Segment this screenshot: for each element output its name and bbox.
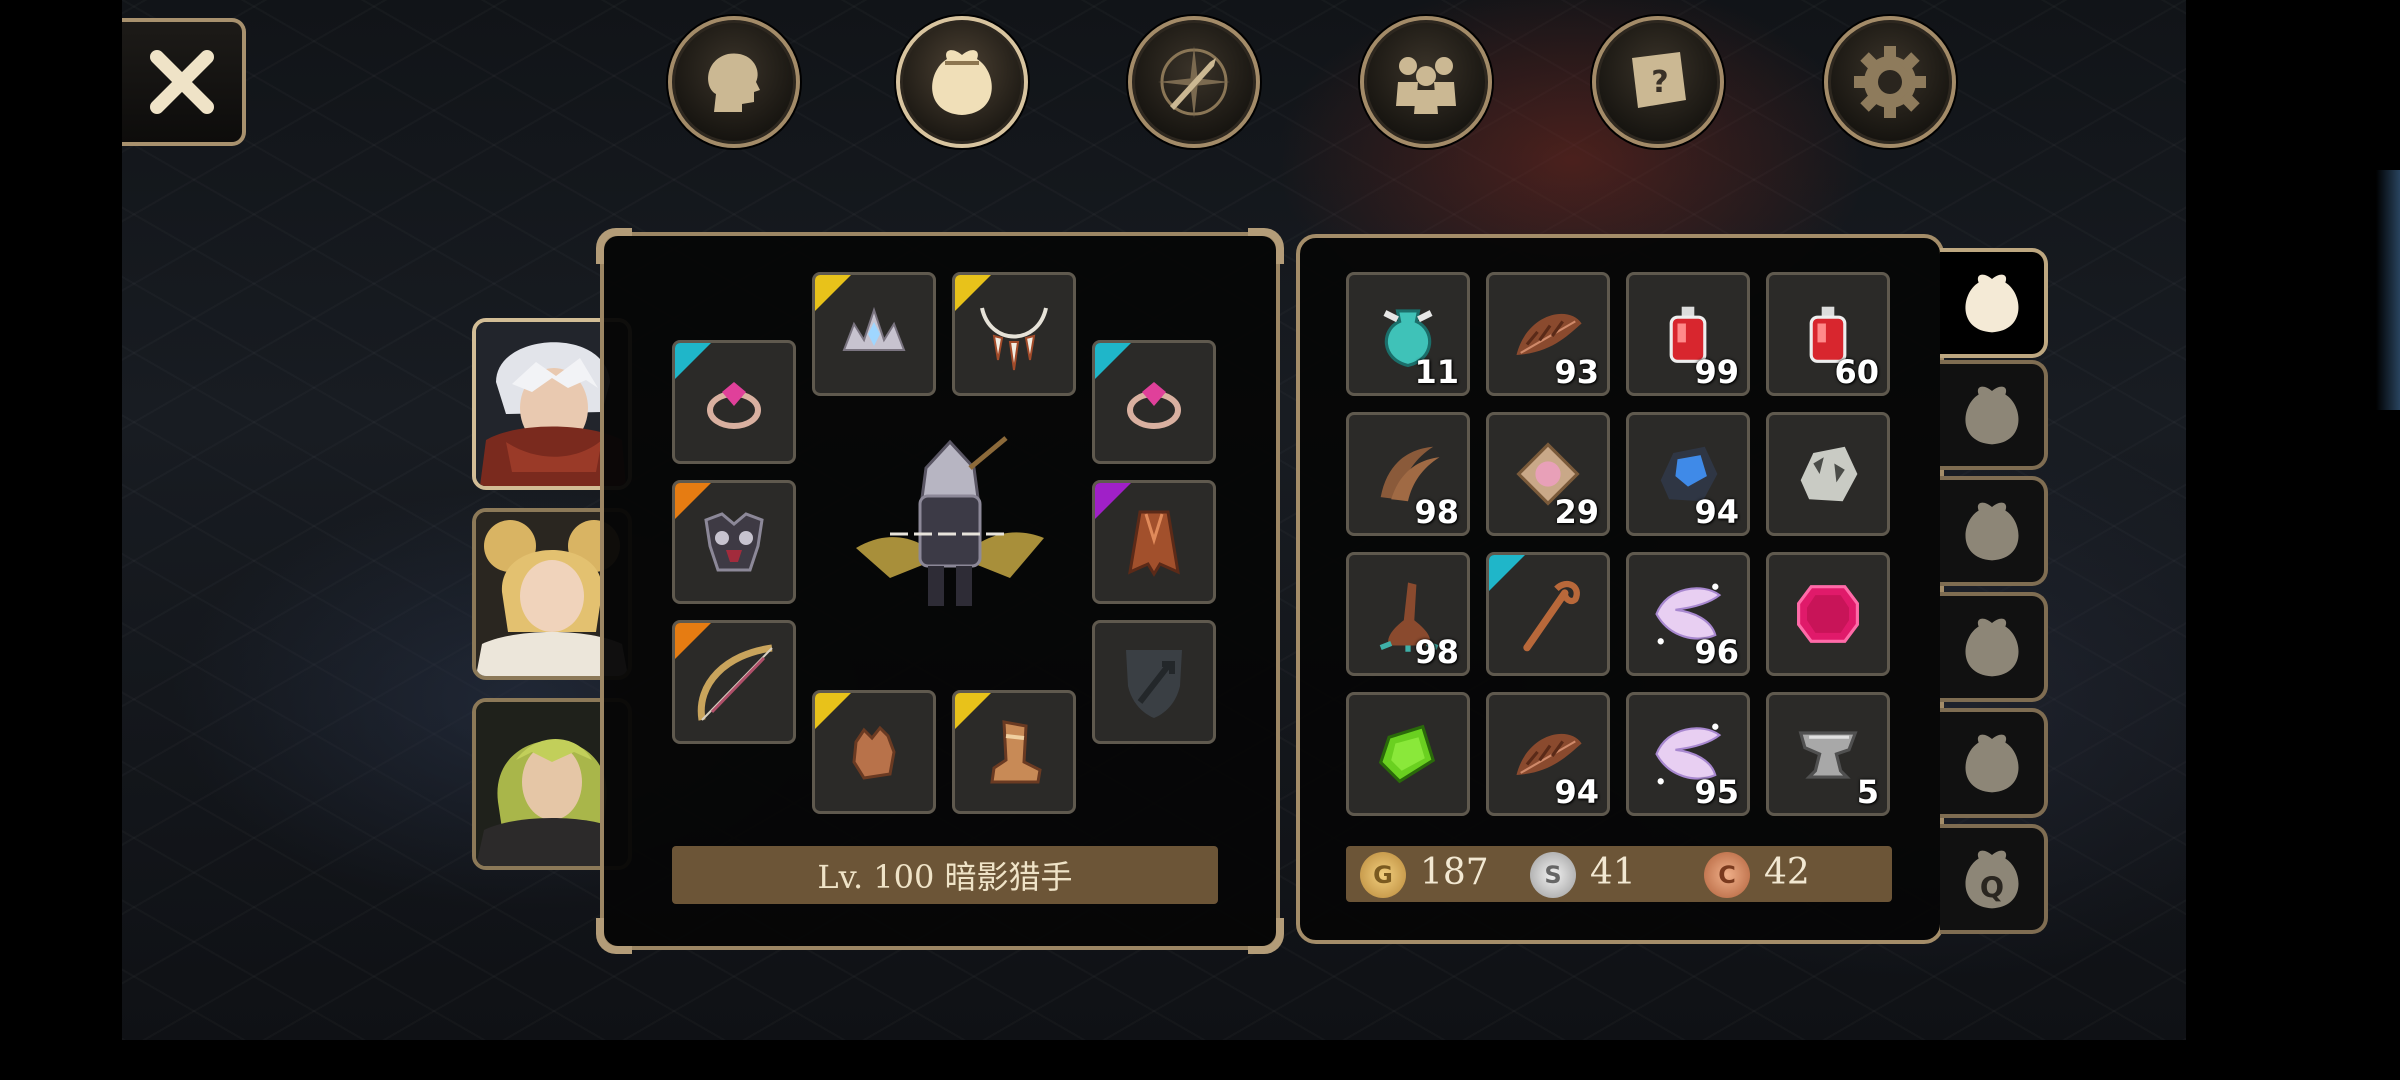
equip-slot-ring-right[interactable] xyxy=(1092,340,1216,464)
bag-icon xyxy=(1965,386,2019,445)
panel-corner-ornament xyxy=(1248,228,1284,264)
screen-edge xyxy=(2186,0,2400,1080)
inventory-slot[interactable]: 94 xyxy=(1626,412,1750,536)
bag-icon xyxy=(932,50,992,115)
copper-coin-icon: C xyxy=(1704,852,1750,898)
inventory-slot[interactable]: 5 xyxy=(1766,692,1890,816)
item-quantity: 95 xyxy=(1694,773,1739,811)
gear-icon xyxy=(1854,46,1926,118)
bag-icon xyxy=(1965,502,2019,561)
equip-slot-gloves[interactable] xyxy=(812,690,936,814)
character-level-class-label: Lv. 100 暗影猎手 xyxy=(672,846,1218,904)
bag-icon xyxy=(1965,618,2019,677)
panel-corner-ornament xyxy=(596,918,632,954)
bag-tab-label: Q xyxy=(1980,872,2004,905)
equip-slot-weapon[interactable] xyxy=(672,620,796,744)
armored-hunter-sprite xyxy=(856,436,1044,606)
rarity-tag xyxy=(1489,555,1525,591)
inventory-slot[interactable]: 94 xyxy=(1486,692,1610,816)
item-quantity: 5 xyxy=(1856,773,1879,811)
inventory-slot[interactable]: 96 xyxy=(1626,552,1750,676)
inventory-slot[interactable] xyxy=(1346,692,1470,816)
item-quantity: 94 xyxy=(1694,493,1739,531)
panel-corner-ornament xyxy=(596,228,632,264)
item-quantity: 93 xyxy=(1554,353,1599,391)
silver-ore-icon xyxy=(1800,446,1858,502)
rarity-tag xyxy=(675,483,711,519)
item-quantity: 11 xyxy=(1414,353,1459,391)
item-quantity: 96 xyxy=(1694,633,1739,671)
close-button[interactable] xyxy=(122,18,246,146)
silver-amount: 41 xyxy=(1590,852,1636,893)
inventory-slot[interactable]: 29 xyxy=(1486,412,1610,536)
group-icon xyxy=(1396,57,1456,114)
shield-sword-placeholder-icon xyxy=(1126,650,1182,718)
rarity-tag xyxy=(955,275,991,311)
copper-amount: 42 xyxy=(1764,852,1810,893)
tab-inventory[interactable] xyxy=(896,16,1028,148)
bag-tab-3[interactable] xyxy=(1940,476,2048,586)
item-quantity: 94 xyxy=(1554,773,1599,811)
inventory-slot[interactable]: 95 xyxy=(1626,692,1750,816)
svg-text:?: ? xyxy=(1651,65,1668,100)
inventory-slot[interactable] xyxy=(1486,552,1610,676)
close-icon xyxy=(150,50,214,114)
green-gem-icon xyxy=(1378,724,1436,784)
bag-tab-2[interactable] xyxy=(1940,360,2048,470)
tab-skills[interactable] xyxy=(1128,16,1260,148)
inventory-slot[interactable]: 93 xyxy=(1486,272,1610,396)
inventory-slot[interactable]: 11 xyxy=(1346,272,1470,396)
scroll-question-icon: ? xyxy=(1632,52,1686,108)
tab-party[interactable] xyxy=(1360,16,1492,148)
equip-slot-ring-left[interactable] xyxy=(672,340,796,464)
gold-amount: 187 xyxy=(1420,852,1489,893)
inventory-slot[interactable]: 99 xyxy=(1626,272,1750,396)
bag-tab-6[interactable]: Q xyxy=(1940,824,2048,934)
tab-settings[interactable] xyxy=(1824,16,1956,148)
rarity-tag xyxy=(815,275,851,311)
item-quantity: 99 xyxy=(1694,353,1739,391)
bag-icon xyxy=(1965,734,2019,793)
equip-slot-offhand[interactable] xyxy=(1092,620,1216,744)
inventory-slot[interactable]: 60 xyxy=(1766,272,1890,396)
rarity-tag xyxy=(675,623,711,659)
silver-coin-icon: S xyxy=(1530,852,1576,898)
pink-gem-icon xyxy=(1797,585,1859,643)
rarity-tag xyxy=(955,693,991,729)
tab-quests[interactable]: ? xyxy=(1592,16,1724,148)
item-quantity: 29 xyxy=(1554,493,1599,531)
bag-tab-4[interactable] xyxy=(1940,592,2048,702)
equip-slot-armor[interactable] xyxy=(672,480,796,604)
head-silhouette-icon xyxy=(708,53,760,112)
tab-character[interactable] xyxy=(668,16,800,148)
gold-coin-icon: G xyxy=(1360,852,1406,898)
item-quantity: 98 xyxy=(1414,493,1459,531)
bag-tab-5[interactable] xyxy=(1940,708,2048,818)
bag-icon xyxy=(1965,274,2019,333)
item-quantity: 98 xyxy=(1414,633,1459,671)
sword-compass-icon xyxy=(1158,46,1230,118)
inventory-slot[interactable] xyxy=(1766,412,1890,536)
rarity-tag xyxy=(815,693,851,729)
rarity-tag xyxy=(675,343,711,379)
item-quantity: 60 xyxy=(1834,353,1879,391)
equip-slot-boots[interactable] xyxy=(952,690,1076,814)
currency-bar: G 187 S 41 C 42 xyxy=(1346,846,1892,902)
rarity-tag xyxy=(1095,343,1131,379)
bag-tab-1[interactable] xyxy=(1940,248,2048,358)
character-sprite xyxy=(850,428,1050,618)
equip-slot-cloak[interactable] xyxy=(1092,480,1216,604)
inventory-slot[interactable]: 98 xyxy=(1346,552,1470,676)
inventory-slot[interactable]: 98 xyxy=(1346,412,1470,536)
equip-slot-neck[interactable] xyxy=(952,272,1076,396)
rarity-tag xyxy=(1095,483,1131,519)
bag-icon: Q xyxy=(1965,850,2019,909)
equip-slot-head[interactable] xyxy=(812,272,936,396)
inventory-slot[interactable] xyxy=(1766,552,1890,676)
